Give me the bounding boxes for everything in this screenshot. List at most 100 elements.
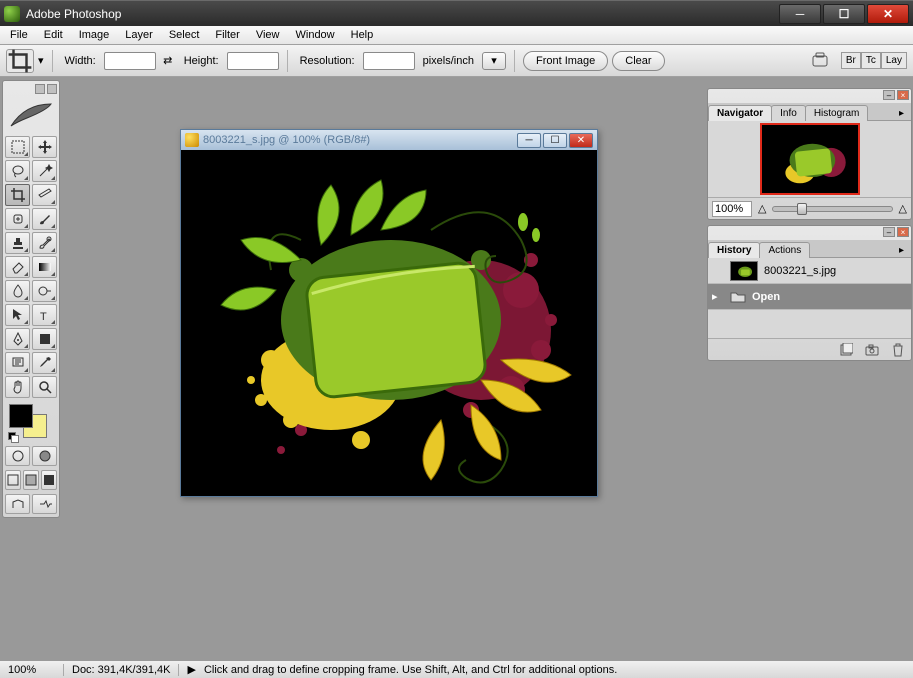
navigator-preview[interactable] — [708, 121, 911, 197]
document-canvas[interactable] — [181, 150, 597, 496]
stamp-tool[interactable] — [5, 232, 30, 254]
open-step-icon — [730, 290, 746, 304]
panel-close-icon[interactable]: × — [897, 227, 909, 237]
menu-edit[interactable]: Edit — [36, 27, 71, 43]
pen-tool[interactable] — [5, 328, 30, 350]
tab-histogram[interactable]: Histogram — [805, 105, 869, 121]
new-snapshot-icon[interactable] — [863, 342, 881, 358]
units-dropdown[interactable]: ▾ — [482, 52, 506, 70]
menu-window[interactable]: Window — [288, 27, 343, 43]
toolbox-collapse-icon[interactable] — [35, 84, 45, 94]
notes-tool[interactable] — [5, 352, 30, 374]
navigator-zoom-input[interactable] — [712, 201, 752, 217]
swap-wh-icon[interactable]: ⇄ — [160, 54, 176, 67]
zoom-in-icon[interactable]: △ — [899, 202, 907, 215]
healing-tool[interactable] — [5, 208, 30, 230]
default-colors-icon[interactable] — [8, 432, 18, 442]
status-doc-size[interactable]: Doc: 391,4K/391,4K — [64, 664, 179, 676]
panel-minimize-icon[interactable]: – — [883, 90, 895, 100]
history-brush-tool[interactable] — [32, 232, 57, 254]
jump-to-imageready-button[interactable] — [32, 494, 57, 514]
history-snapshot-row[interactable]: 8003221_s.jpg — [708, 258, 911, 284]
history-snapshot-thumb — [730, 261, 758, 281]
dock-tab-lay[interactable]: Lay — [881, 52, 907, 69]
clear-button[interactable]: Clear — [612, 51, 664, 71]
lasso-tool[interactable] — [5, 160, 30, 182]
menu-file[interactable]: File — [2, 27, 36, 43]
navigator-zoom-slider[interactable] — [772, 206, 892, 212]
screen-maximized-button[interactable] — [23, 470, 39, 490]
crop-tool[interactable] — [5, 184, 30, 206]
slice-tool[interactable] — [32, 184, 57, 206]
zoom-tool[interactable] — [32, 376, 57, 398]
window-minimize-button[interactable]: ─ — [779, 4, 821, 24]
doc-maximize-button[interactable]: ☐ — [543, 133, 567, 148]
status-hint: Click and drag to define cropping frame.… — [204, 664, 909, 676]
panel-close-icon[interactable]: × — [897, 90, 909, 100]
menu-help[interactable]: Help — [343, 27, 382, 43]
history-step-row[interactable]: ▸ Open — [708, 284, 911, 310]
blur-tool[interactable] — [5, 280, 30, 302]
window-maximize-button[interactable]: ☐ — [823, 4, 865, 24]
dock-tab-br[interactable]: Br — [841, 52, 861, 69]
marquee-tool[interactable] — [5, 136, 30, 158]
hand-tool[interactable] — [5, 376, 30, 398]
crop-tool-indicator[interactable] — [6, 49, 34, 73]
menu-filter[interactable]: Filter — [207, 27, 247, 43]
status-play-icon[interactable]: ▶ — [187, 663, 195, 676]
path-select-tool[interactable] — [5, 304, 30, 326]
status-zoom[interactable]: 100% — [4, 664, 64, 676]
tab-info[interactable]: Info — [771, 105, 806, 121]
screen-standard-button[interactable] — [5, 470, 21, 490]
color-wells — [5, 402, 57, 442]
window-close-button[interactable]: ✕ — [867, 4, 909, 24]
menu-layer[interactable]: Layer — [117, 27, 161, 43]
front-image-button[interactable]: Front Image — [523, 51, 608, 71]
photoshop-logo — [5, 98, 57, 132]
dodge-tool[interactable] — [32, 280, 57, 302]
brush-tool[interactable] — [32, 208, 57, 230]
zoom-out-icon[interactable]: △ — [758, 202, 766, 215]
wand-tool[interactable] — [32, 160, 57, 182]
standard-mode-button[interactable] — [5, 446, 30, 466]
new-document-from-state-icon[interactable] — [837, 342, 855, 358]
width-input[interactable] — [104, 52, 156, 70]
delete-state-icon[interactable] — [889, 342, 907, 358]
menu-image[interactable]: Image — [71, 27, 118, 43]
status-bar: 100% Doc: 391,4K/391,4K ▶ Click and drag… — [0, 660, 913, 678]
panel-minimize-icon[interactable]: – — [883, 227, 895, 237]
eyedropper-tool[interactable] — [32, 352, 57, 374]
chevron-down-icon[interactable]: ▾ — [38, 54, 44, 67]
app-title: Adobe Photoshop — [26, 7, 779, 21]
foreground-color-well[interactable] — [9, 404, 33, 428]
jump-to-bridge-button[interactable] — [5, 494, 30, 514]
type-tool[interactable]: T — [32, 304, 57, 326]
tab-history[interactable]: History — [708, 242, 760, 258]
tab-navigator[interactable]: Navigator — [708, 105, 772, 121]
panel-menu-icon[interactable]: ▸ — [891, 106, 912, 121]
document-titlebar[interactable]: 8003221_s.jpg @ 100% (RGB/8#) ─ ☐ ✕ — [181, 130, 597, 150]
doc-close-button[interactable]: ✕ — [569, 133, 593, 148]
height-input[interactable] — [227, 52, 279, 70]
eraser-tool[interactable] — [5, 256, 30, 278]
toolbox-close-icon[interactable] — [47, 84, 57, 94]
dock-tab-tc[interactable]: Tc — [861, 52, 881, 69]
svg-text:T: T — [40, 311, 47, 323]
doc-minimize-button[interactable]: ─ — [517, 133, 541, 148]
gradient-tool[interactable] — [32, 256, 57, 278]
shape-tool[interactable] — [32, 328, 57, 350]
menu-view[interactable]: View — [248, 27, 288, 43]
history-step-label: Open — [752, 291, 780, 303]
menu-select[interactable]: Select — [161, 27, 208, 43]
navigator-panel: – × Navigator Info Histogram ▸ △ △ — [707, 88, 912, 220]
move-tool[interactable] — [32, 136, 57, 158]
workspace-icon[interactable] — [809, 51, 831, 71]
resolution-input[interactable] — [363, 52, 415, 70]
quickmask-mode-button[interactable] — [32, 446, 57, 466]
panel-menu-icon[interactable]: ▸ — [891, 243, 912, 258]
tab-actions[interactable]: Actions — [759, 242, 810, 258]
screen-full-button[interactable] — [41, 470, 57, 490]
height-label: Height: — [184, 55, 219, 67]
resolution-label: Resolution: — [300, 55, 355, 67]
history-panel: – × History Actions ▸ 8003221_s.jpg ▸ Op… — [707, 225, 912, 361]
